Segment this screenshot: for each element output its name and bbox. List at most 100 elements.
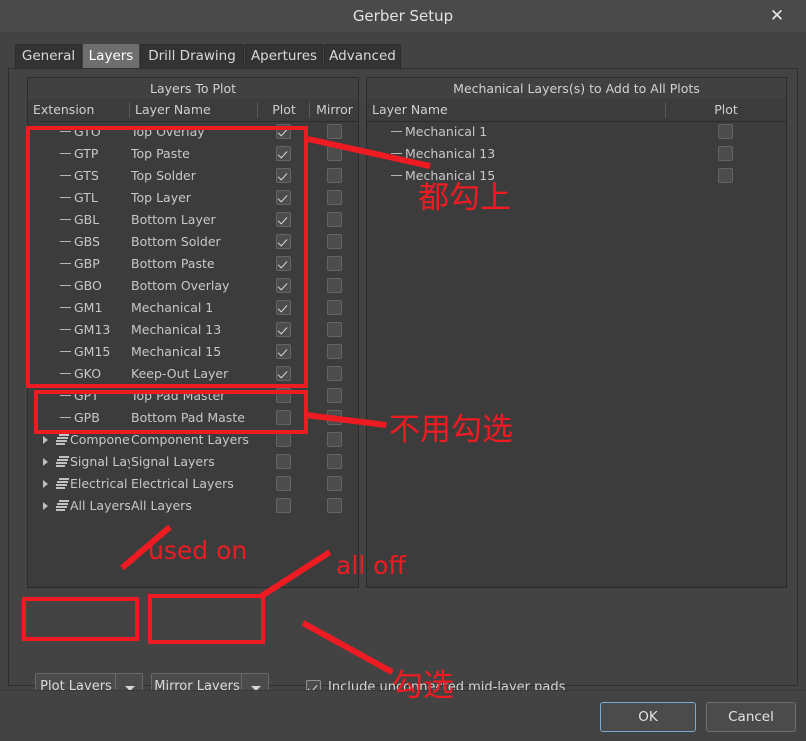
table-row[interactable]: GM1 Mechanical 1 (28, 297, 358, 319)
plot-checkbox[interactable] (276, 410, 291, 425)
cell-layer-name: Component Layers (131, 432, 249, 447)
close-icon[interactable]: ✕ (764, 3, 790, 29)
plot-checkbox[interactable] (718, 124, 733, 139)
mirror-checkbox[interactable] (327, 498, 342, 513)
cell-extension: GPB (60, 407, 132, 429)
table-row[interactable]: GPB Bottom Pad Maste (28, 407, 358, 429)
mirror-checkbox[interactable] (327, 234, 342, 249)
dash-icon (391, 131, 402, 132)
table-row[interactable]: All Layers All Layers (28, 495, 358, 517)
expand-triangle-icon[interactable] (43, 458, 48, 466)
column-header-plot[interactable]: Plot (259, 99, 309, 121)
cell-layer-name: Mechanical 15 (391, 165, 651, 187)
ok-button[interactable]: OK (600, 702, 696, 732)
plot-checkbox[interactable] (276, 146, 291, 161)
table-row[interactable]: GTL Top Layer (28, 187, 358, 209)
table-row[interactable]: GM13 Mechanical 13 (28, 319, 358, 341)
column-header-extension[interactable]: Extension (29, 99, 129, 121)
cell-extension: GBL (60, 209, 132, 231)
cell-layer-name: Signal Layers (131, 454, 215, 469)
column-divider (665, 102, 666, 118)
tab-advanced[interactable]: Advanced (324, 44, 401, 69)
mirror-checkbox[interactable] (327, 300, 342, 315)
dash-icon (60, 263, 71, 264)
mirror-checkbox[interactable] (327, 256, 342, 271)
plot-checkbox[interactable] (276, 124, 291, 139)
mirror-checkbox[interactable] (327, 190, 342, 205)
mirror-checkbox[interactable] (327, 278, 342, 293)
expand-triangle-icon[interactable] (43, 436, 48, 444)
plot-checkbox[interactable] (276, 234, 291, 249)
mirror-checkbox[interactable] (327, 410, 342, 425)
table-row[interactable]: GPT Top Pad Master (28, 385, 358, 407)
tab-drill-drawing[interactable]: Drill Drawing (140, 44, 244, 69)
plot-checkbox[interactable] (276, 498, 291, 513)
plot-checkbox[interactable] (276, 278, 291, 293)
table-row[interactable]: GTP Top Paste (28, 143, 358, 165)
plot-checkbox[interactable] (276, 388, 291, 403)
plot-checkbox[interactable] (276, 366, 291, 381)
plot-checkbox[interactable] (276, 322, 291, 337)
table-row[interactable]: GBO Bottom Overlay (28, 275, 358, 297)
column-header-layer-name[interactable]: Layer Name (368, 99, 658, 121)
plot-checkbox[interactable] (276, 432, 291, 447)
dash-icon (60, 373, 71, 374)
mirror-checkbox[interactable] (327, 212, 342, 227)
mechanical-layers-list: Mechanical 1 Mechanical 13 Mechanical 15 (367, 121, 786, 587)
table-row[interactable]: GBP Bottom Paste (28, 253, 358, 275)
title-bar: Gerber Setup ✕ (0, 0, 806, 32)
cell-layer-name: Top Layer (131, 190, 191, 205)
cell-layer-name: Top Pad Master (131, 388, 226, 403)
layers-to-plot-panel: Layers To Plot Extension Layer Name Plot… (27, 77, 359, 588)
cell-extension-text: GM13 (74, 322, 111, 337)
tab-general[interactable]: General (15, 44, 82, 69)
cell-layer-name: Bottom Pad Maste (131, 410, 245, 425)
table-row[interactable]: Signal LayersSignal Layers (28, 451, 358, 473)
cell-extension-text: GTS (74, 168, 99, 183)
plot-checkbox[interactable] (276, 300, 291, 315)
column-header-layer-name[interactable]: Layer Name (131, 99, 266, 121)
plot-checkbox[interactable] (276, 476, 291, 491)
mirror-checkbox[interactable] (327, 168, 342, 183)
table-row[interactable]: Component LayersComponent Layers (28, 429, 358, 451)
column-header-plot[interactable]: Plot (667, 99, 785, 121)
mirror-checkbox[interactable] (327, 388, 342, 403)
cell-extension: GTO (60, 121, 132, 143)
expand-triangle-icon[interactable] (43, 502, 48, 510)
mirror-checkbox[interactable] (327, 476, 342, 491)
table-row[interactable]: Mechanical 1 (367, 121, 786, 143)
table-row[interactable]: GKO Keep-Out Layer (28, 363, 358, 385)
table-row[interactable]: GM15 Mechanical 15 (28, 341, 358, 363)
table-row[interactable]: GTS Top Solder (28, 165, 358, 187)
mirror-checkbox[interactable] (327, 366, 342, 381)
mirror-checkbox[interactable] (327, 146, 342, 161)
table-row[interactable]: Electrical LayersElectrical Layers (28, 473, 358, 495)
mirror-checkbox[interactable] (327, 432, 342, 447)
plot-checkbox[interactable] (276, 256, 291, 271)
plot-checkbox[interactable] (276, 168, 291, 183)
table-row[interactable]: GTO Top Overlay (28, 121, 358, 143)
tab-layers[interactable]: Layers (83, 44, 139, 69)
plot-checkbox[interactable] (276, 454, 291, 469)
dash-icon (60, 329, 71, 330)
plot-checkbox[interactable] (276, 344, 291, 359)
cell-layer-name: Top Solder (131, 168, 196, 183)
expand-triangle-icon[interactable] (43, 480, 48, 488)
table-row[interactable]: Mechanical 13 (367, 143, 786, 165)
column-header-mirror[interactable]: Mirror (311, 99, 358, 121)
mirror-checkbox[interactable] (327, 124, 342, 139)
table-row[interactable]: GBS Bottom Solder (28, 231, 358, 253)
layer-stack-icon (56, 434, 69, 445)
tab-apertures[interactable]: Apertures (245, 44, 323, 69)
plot-checkbox[interactable] (718, 146, 733, 161)
table-row[interactable]: Mechanical 15 (367, 165, 786, 187)
mirror-checkbox[interactable] (327, 322, 342, 337)
plot-checkbox[interactable] (276, 190, 291, 205)
plot-checkbox[interactable] (718, 168, 733, 183)
mirror-checkbox[interactable] (327, 344, 342, 359)
mirror-checkbox[interactable] (327, 454, 342, 469)
cancel-button[interactable]: Cancel (706, 702, 796, 732)
plot-checkbox[interactable] (276, 212, 291, 227)
cell-layer-name: Mechanical 1 (391, 121, 651, 143)
table-row[interactable]: GBL Bottom Layer (28, 209, 358, 231)
